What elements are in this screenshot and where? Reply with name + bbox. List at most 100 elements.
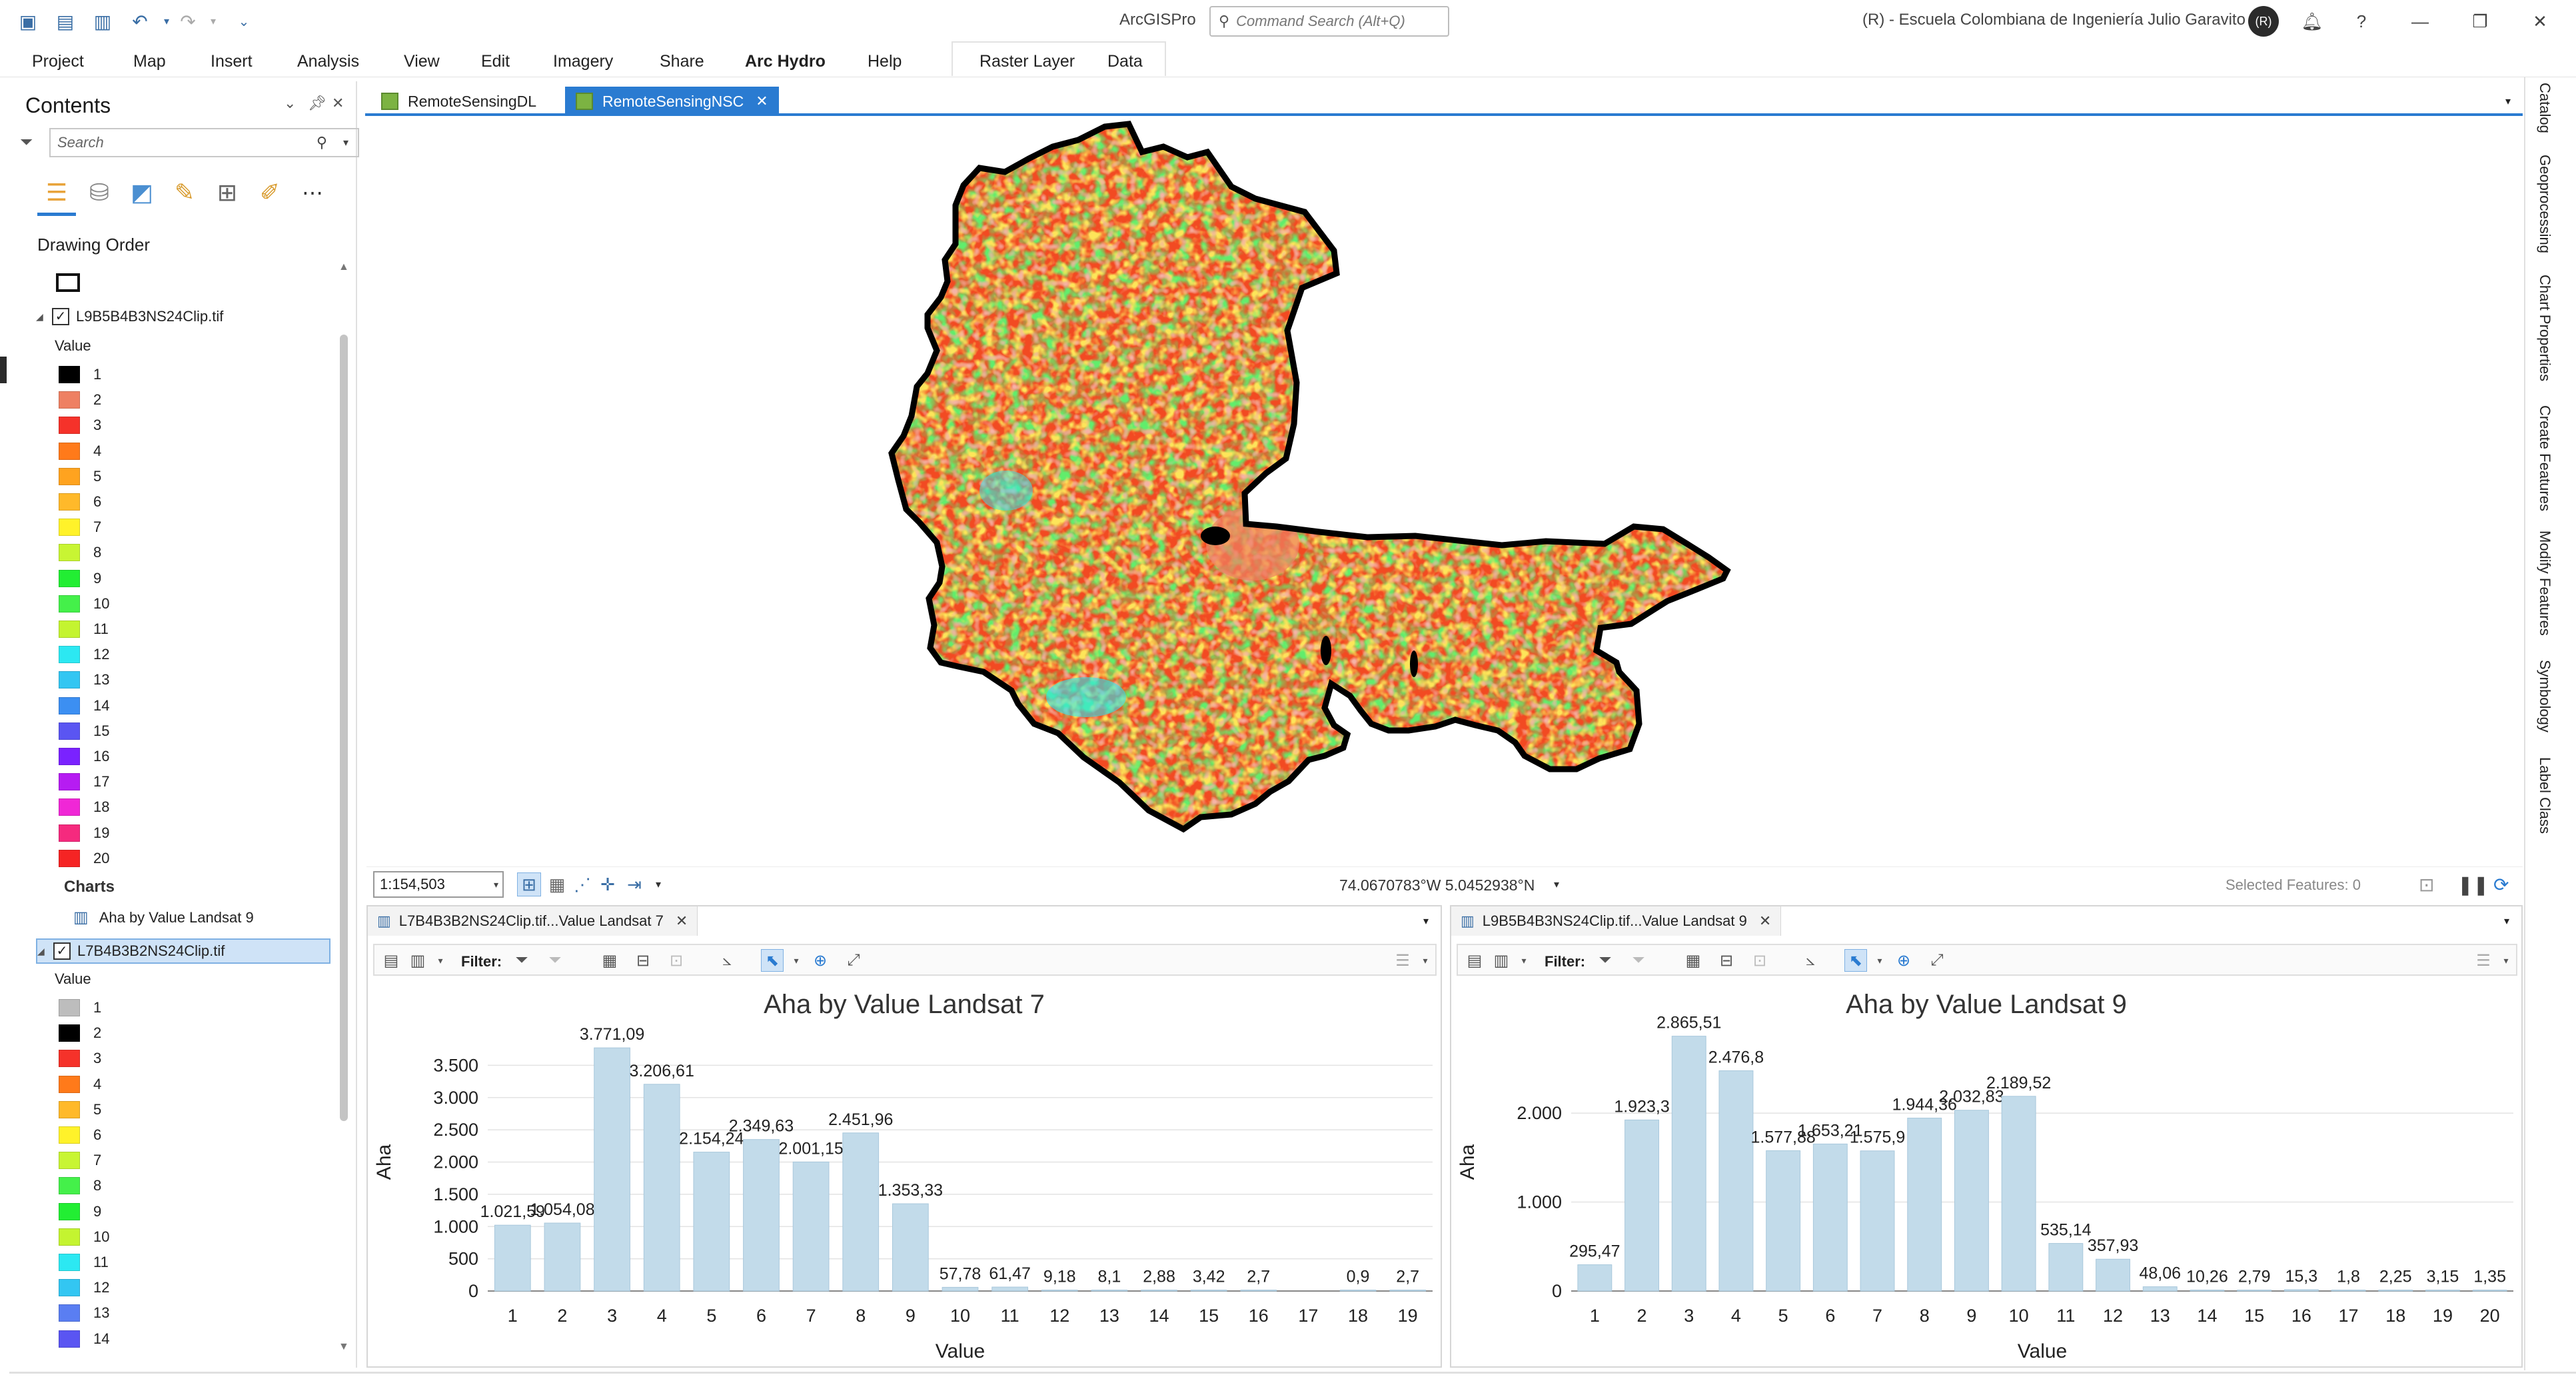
bar[interactable] [2096, 1258, 2131, 1292]
scroll-up-icon[interactable]: ▲ [338, 261, 349, 273]
zoom-in-icon[interactable]: ⊕ [809, 949, 832, 972]
pane-tab-chart-properties[interactable]: Chart Properties [2536, 275, 2553, 381]
full-extent-icon[interactable]: ⤢ [842, 949, 865, 972]
tab-analysis[interactable]: Analysis [291, 48, 366, 75]
tab-map[interactable]: Map [127, 48, 173, 75]
layer-l9-legend-item[interactable]: 5 [59, 467, 101, 486]
legend-swatch[interactable] [59, 696, 80, 714]
legend-swatch[interactable] [59, 646, 80, 664]
bar[interactable] [2048, 1243, 2084, 1292]
bar[interactable] [1954, 1110, 1989, 1292]
layer-l9-legend-item[interactable]: 12 [59, 645, 109, 664]
layer-l9-legend-item[interactable]: 3 [59, 416, 101, 435]
layer-l9-legend-item[interactable]: 8 [59, 543, 101, 562]
layer-l9-visibility-checkbox[interactable]: ✓ [52, 308, 69, 325]
chevron-down-icon[interactable]: ▾ [494, 879, 498, 890]
chart-type-icon[interactable]: ▥ [406, 949, 429, 972]
redo-icon[interactable]: ↷ [175, 8, 201, 35]
bar[interactable] [1671, 1036, 1706, 1292]
tab-remotesensingdl[interactable]: RemoteSensingDL [370, 87, 547, 116]
layer-l9-legend-item[interactable]: 1 [59, 365, 101, 384]
bar[interactable] [842, 1132, 880, 1292]
minimize-icon[interactable]: — [2405, 7, 2435, 36]
bar[interactable] [2283, 1289, 2319, 1292]
chart-type-icon[interactable]: ▥ [1490, 949, 1513, 972]
filter-icon[interactable]: ⏷ [20, 133, 33, 152]
legend-swatch[interactable] [59, 1152, 80, 1170]
layer-l7-legend-item[interactable]: 13 [59, 1304, 109, 1322]
bar[interactable] [1718, 1070, 1754, 1292]
chevron-down-icon[interactable]: ▾ [1513, 949, 1535, 972]
tab-data[interactable]: Data [1101, 48, 1149, 75]
zoom-in-icon[interactable]: ⊕ [1892, 949, 1915, 972]
pane-tab-geoprocessing[interactable]: Geoprocessing [2536, 155, 2553, 253]
layer-l9-legend-item[interactable]: 9 [59, 569, 101, 588]
layer-l9-legend-item[interactable]: 7 [59, 518, 101, 537]
switch-selection-icon[interactable]: ⊟ [632, 949, 654, 972]
legend-swatch[interactable] [59, 442, 80, 460]
tab-remotesensingnsc[interactable]: RemoteSensingNSC ✕ [565, 87, 779, 116]
layer-l7-legend-item[interactable]: 8 [59, 1176, 101, 1195]
chart-panel-chevron-icon[interactable]: ▾ [2495, 906, 2519, 936]
bar[interactable] [1624, 1119, 1660, 1292]
tab-imagery[interactable]: Imagery [546, 48, 620, 75]
select-icon[interactable]: ⬉ [761, 949, 784, 972]
layer-l9-legend-item[interactable]: 10 [59, 595, 109, 613]
filter-extent-icon[interactable]: ⏷ [1594, 949, 1616, 972]
layer-l9-legend-item[interactable]: 19 [59, 824, 109, 842]
open-project-icon[interactable]: ▤ [52, 8, 79, 35]
export-chart-icon[interactable]: ▤ [380, 949, 402, 972]
clear-selection-icon[interactable]: ⊡ [2419, 874, 2434, 896]
chevron-down-icon[interactable]: ▾ [785, 949, 808, 972]
legend-swatch[interactable] [59, 519, 80, 537]
pane-close-icon[interactable]: ✕ [332, 95, 344, 112]
legend-swatch[interactable] [59, 1177, 80, 1195]
bar[interactable] [693, 1152, 730, 1292]
collapse-icon[interactable]: ◢ [37, 946, 49, 957]
layer-l9-legend-item[interactable]: 20 [59, 849, 109, 868]
layer-l7-legend-item[interactable]: 10 [59, 1228, 109, 1246]
pane-tab-symbology[interactable]: Symbology [2536, 660, 2553, 732]
navigator-icon[interactable]: ⊞ [517, 872, 541, 896]
layer-l7-legend-item[interactable]: 2 [59, 1024, 101, 1042]
bar[interactable] [1190, 1290, 1227, 1292]
legend-swatch[interactable] [59, 722, 80, 740]
selected-features-count[interactable]: Selected Features: 0 [2226, 876, 2361, 894]
legend-swatch[interactable] [59, 493, 80, 511]
chart-tab-landsat7[interactable]: ▥ L7B4B3B2NS24Clip.tif...Value Landsat 7… [368, 906, 698, 936]
layer-l7-visibility-checkbox[interactable]: ✓ [53, 942, 71, 960]
new-project-icon[interactable]: ▣ [15, 8, 41, 35]
layer-l7-legend-item[interactable]: 7 [59, 1151, 101, 1170]
clear-selection-icon[interactable]: ⊡ [1748, 949, 1771, 972]
clear-selection-icon[interactable]: ⊡ [665, 949, 688, 972]
bar[interactable] [1766, 1150, 1801, 1292]
layer-l7-legend-item[interactable]: 11 [59, 1253, 109, 1272]
constraint-icon[interactable]: ⇥ [622, 872, 646, 896]
contents-search-input[interactable]: Search ⚲ ▾ [49, 128, 359, 157]
bar[interactable] [2378, 1290, 2413, 1292]
legend-swatch[interactable] [59, 1304, 80, 1322]
bar[interactable] [743, 1139, 780, 1292]
legend-swatch[interactable] [59, 595, 80, 613]
coordinate-format-chevron-icon[interactable]: ▾ [1545, 872, 1569, 896]
legend-swatch[interactable] [59, 1100, 80, 1118]
filter-selection-icon[interactable]: ⏷ [544, 949, 566, 972]
bar[interactable] [2190, 1290, 2225, 1292]
filter-extent-icon[interactable]: ⏷ [510, 949, 533, 972]
layer-l9-legend-item[interactable]: 17 [59, 772, 109, 791]
export-chart-icon[interactable]: ▤ [1463, 949, 1486, 972]
scrollbar-thumb[interactable] [340, 335, 348, 1121]
legend-swatch[interactable] [59, 1279, 80, 1297]
layer-l7-row[interactable]: ◢ ✓ L7B4B3B2NS24Clip.tif [36, 938, 330, 964]
customize-icon[interactable]: ⌄ [231, 8, 257, 35]
layer-l7-legend-item[interactable]: 4 [59, 1075, 101, 1094]
drawing-order-view-icon[interactable]: ☰ [40, 176, 73, 209]
landsat9-bar-chart[interactable]: Aha by Value Landsat 901.0002.000Aha1 2 3 4… [1451, 980, 2521, 1366]
redo-dropdown-icon[interactable]: ▾ [200, 8, 227, 35]
legend-swatch[interactable] [59, 1202, 80, 1220]
layer-l9-legend-item[interactable]: 4 [59, 442, 101, 461]
bar[interactable] [792, 1161, 830, 1292]
layer-l9-legend-item[interactable]: 13 [59, 671, 109, 689]
legend-swatch[interactable] [59, 671, 80, 689]
legend-swatch[interactable] [59, 621, 80, 638]
